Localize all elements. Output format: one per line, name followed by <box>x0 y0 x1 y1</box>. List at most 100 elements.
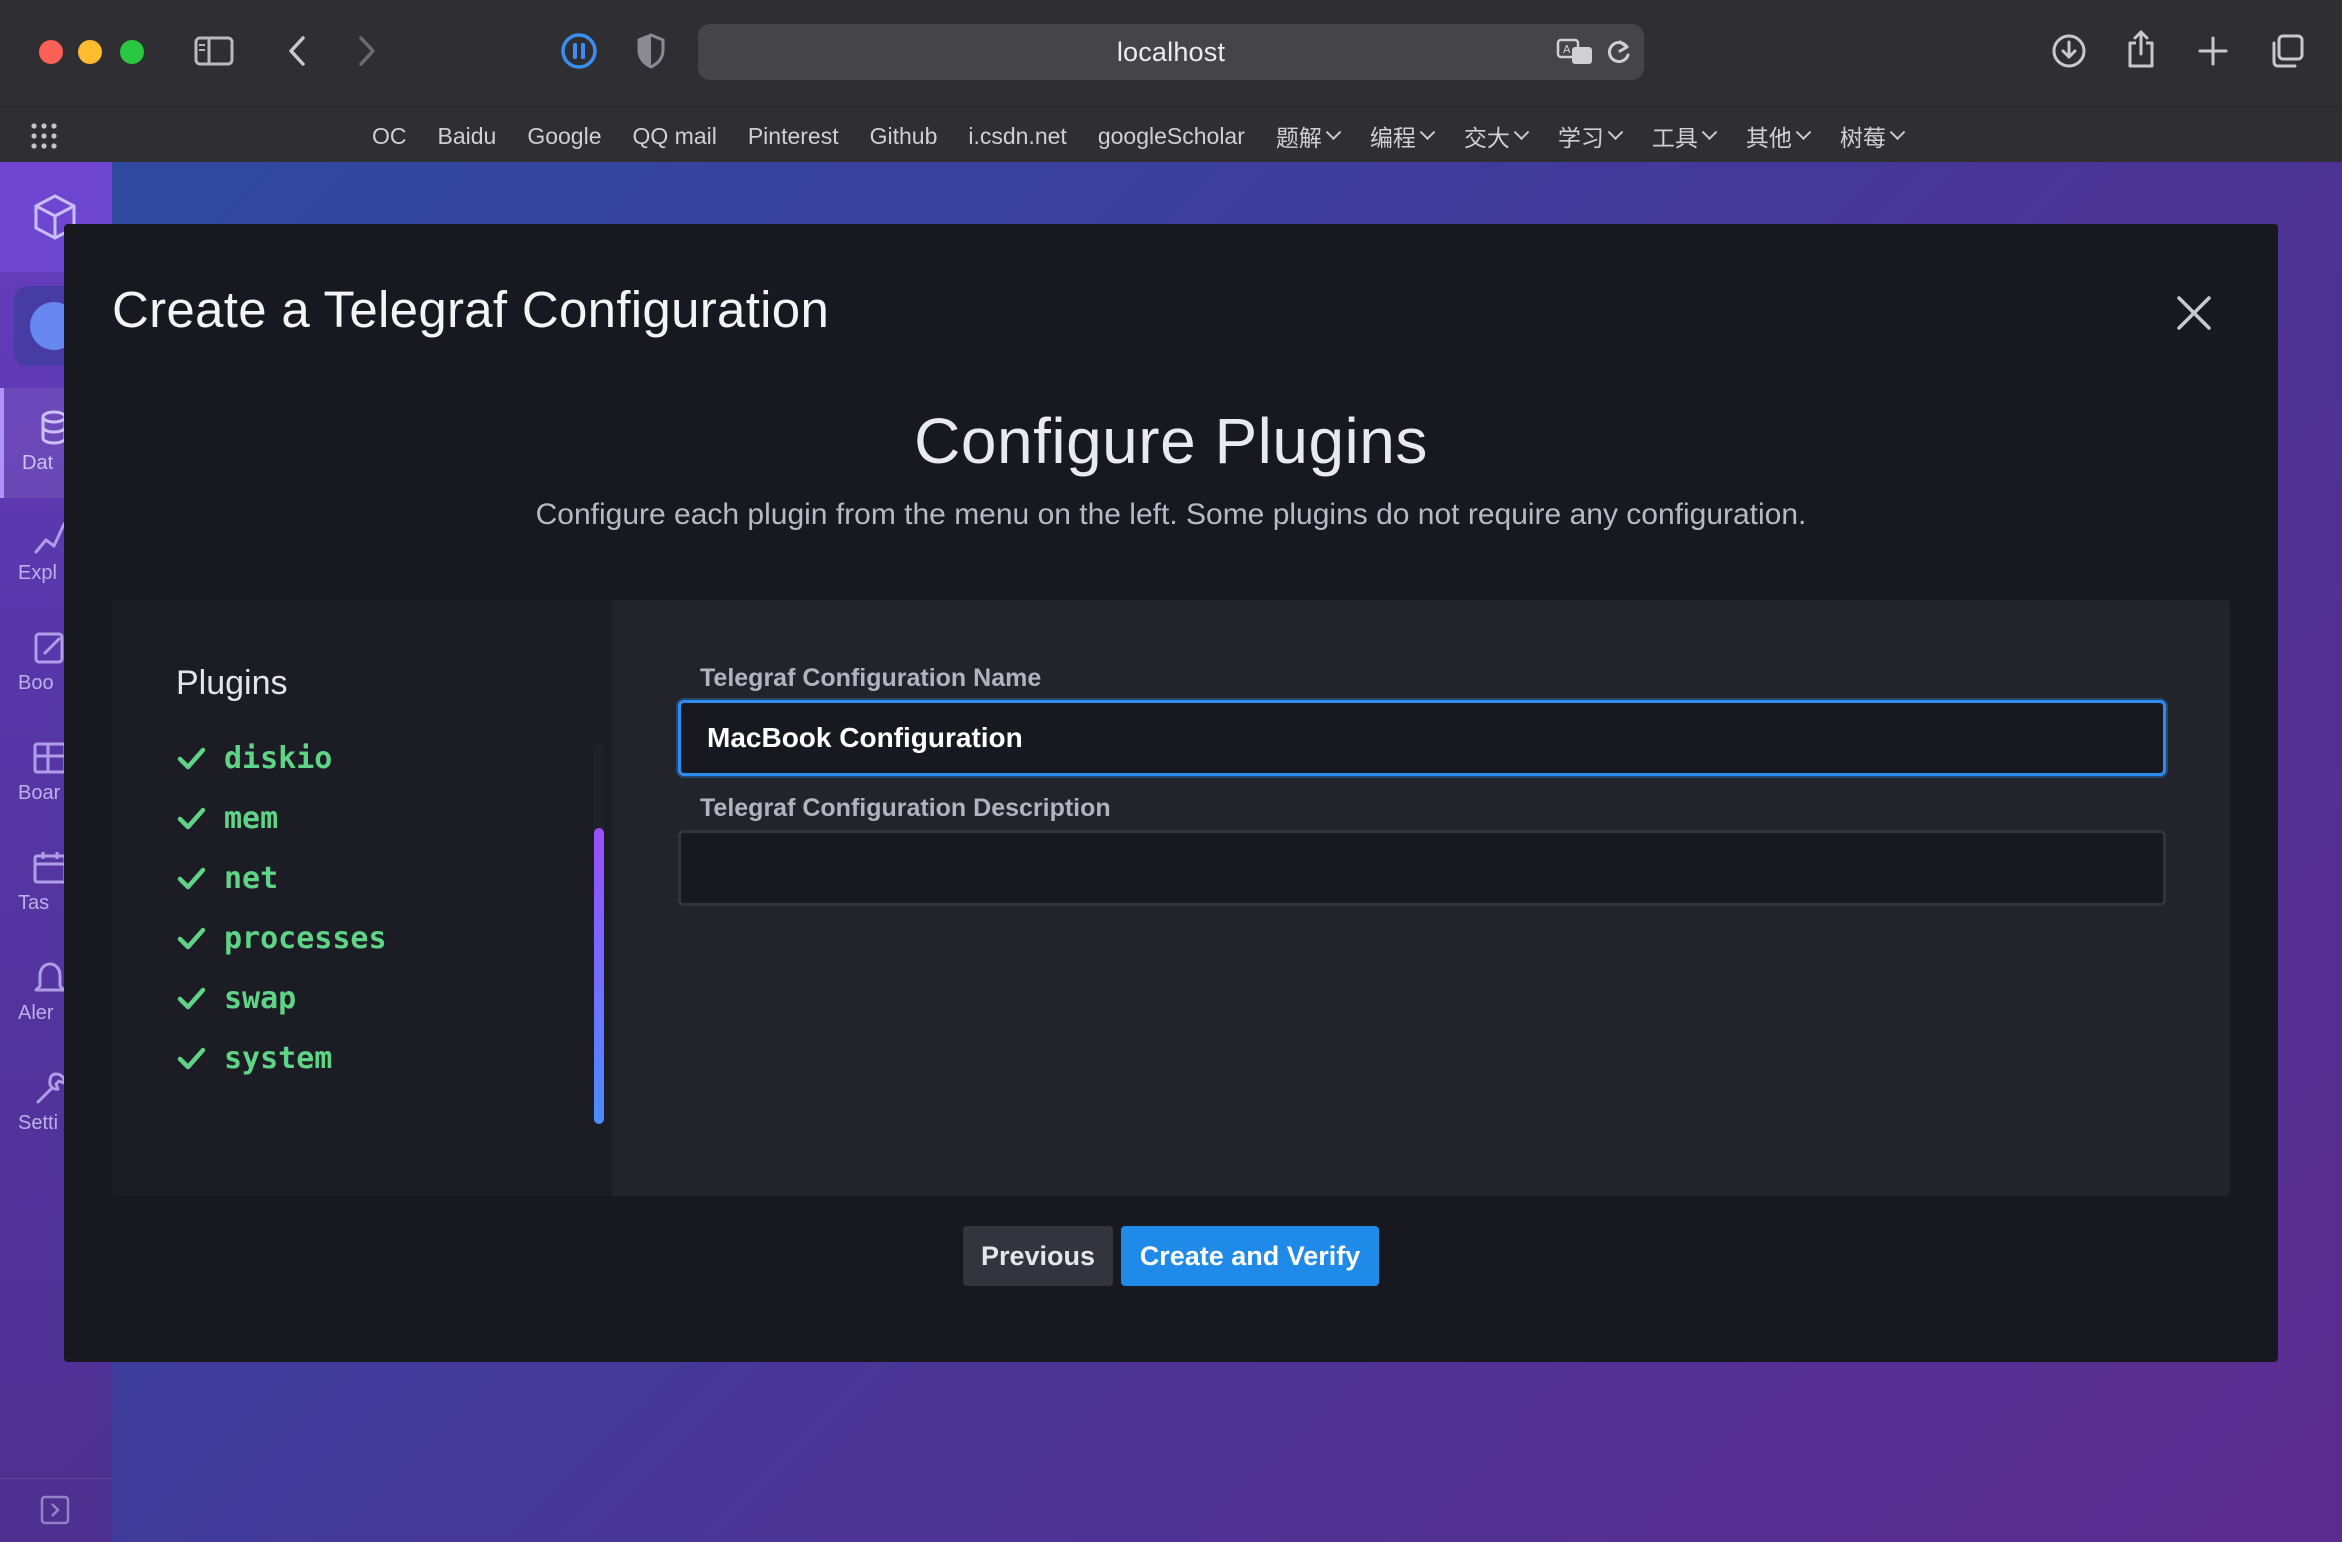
back-icon[interactable] <box>282 34 312 68</box>
bookmark-label: Github <box>869 122 938 149</box>
sidebar-item-label: Tas <box>18 892 50 914</box>
modal-title: Create a Telegraf Configuration <box>112 281 830 338</box>
config-description-input[interactable] <box>678 830 2166 906</box>
collapse-sidebar-icon[interactable] <box>40 1495 70 1525</box>
close-window-button[interactable] <box>39 40 63 64</box>
chevron-down-icon <box>1701 123 1718 140</box>
step-subtitle: Configure each plugin from the menu on t… <box>535 498 1807 531</box>
sidebar-item-label: Boar <box>18 782 61 804</box>
reload-icon[interactable] <box>1606 24 1632 80</box>
config-description-label: Telegraf Configuration Description <box>700 794 1111 822</box>
bookmark-label: OC <box>372 122 407 149</box>
bookmark-oc[interactable]: OC <box>372 123 407 150</box>
downloads-icon[interactable] <box>2050 32 2088 70</box>
plugin-name: swap <box>224 980 297 1016</box>
bookmark-label: Baidu <box>437 122 497 149</box>
chevron-down-icon <box>1795 123 1812 140</box>
bookmark-baidu[interactable]: Baidu <box>438 123 497 150</box>
chevron-down-icon <box>1513 123 1530 140</box>
sidebar-collapse-area <box>0 1478 112 1542</box>
plugin-name: net <box>224 860 279 896</box>
check-icon <box>177 867 206 890</box>
plugin-item-net[interactable]: net <box>176 848 387 908</box>
plugin-config-panel: Plugins diskio mem net processes swap sy… <box>112 600 2230 1196</box>
sidebar-item-label: Dat <box>22 452 54 474</box>
chevron-down-icon <box>1889 123 1906 140</box>
check-icon <box>177 927 206 950</box>
bookmark-label: googleScholar <box>1097 122 1245 149</box>
sidebar-item-label: Aler <box>18 1002 54 1024</box>
check-icon <box>177 747 206 770</box>
telegraf-config-modal: Create a Telegraf Configuration Configur… <box>64 224 2278 1362</box>
bookmarks-bar: OC Baidu Google QQ mail Pinterest Github… <box>0 108 2342 164</box>
bookmark-folder-jiaoda[interactable]: 交大 <box>1463 119 1530 153</box>
config-name-label: Telegraf Configuration Name <box>700 664 1042 692</box>
sidebar-item-label: Expl <box>18 562 57 584</box>
bookmark-pinterest[interactable]: Pinterest <box>748 123 839 150</box>
pause-icon[interactable] <box>560 32 598 70</box>
bookmark-label: 交大 <box>1463 125 1510 151</box>
shield-icon[interactable] <box>636 32 666 70</box>
translate-icon[interactable]: A <box>1556 24 1594 80</box>
forward-icon[interactable] <box>352 34 382 68</box>
share-icon[interactable] <box>2124 28 2158 70</box>
sidebar-item-label: Setti <box>18 1112 59 1134</box>
plugin-item-swap[interactable]: swap <box>176 968 387 1028</box>
plugin-name: diskio <box>224 740 333 776</box>
sidebar-toggle-icon[interactable] <box>194 34 234 68</box>
bookmark-folder-xuexi[interactable]: 学习 <box>1557 119 1624 153</box>
bookmark-label: Google <box>527 122 602 149</box>
bookmark-google-scholar[interactable]: googleScholar <box>1098 123 1245 150</box>
chevron-down-icon <box>1607 123 1624 140</box>
plugin-item-processes[interactable]: processes <box>176 908 387 968</box>
bookmark-label: 树莓 <box>1839 125 1886 151</box>
plugin-name: processes <box>224 920 387 956</box>
bookmark-label: 工具 <box>1651 125 1698 151</box>
minimize-window-button[interactable] <box>78 40 102 64</box>
config-form: Telegraf Configuration Name Telegraf Con… <box>612 600 2230 1196</box>
config-name-input[interactable] <box>678 700 2166 776</box>
address-bar[interactable]: localhost A <box>698 24 1644 80</box>
plugin-item-system[interactable]: system <box>176 1028 387 1088</box>
bookmark-folder-qita[interactable]: 其他 <box>1745 119 1812 153</box>
close-icon <box>2177 296 2211 330</box>
bookmark-list: OC Baidu Google QQ mail Pinterest Github… <box>372 116 1934 156</box>
plugins-heading: Plugins <box>176 664 288 702</box>
bookmark-label: 题解 <box>1275 125 1322 151</box>
zoom-window-button[interactable] <box>120 40 144 64</box>
bookmark-label: 学习 <box>1557 125 1604 151</box>
plugin-list: diskio mem net processes swap system <box>176 728 387 1088</box>
bookmark-folder-shumei[interactable]: 树莓 <box>1839 119 1906 153</box>
close-modal-button[interactable] <box>2171 290 2217 336</box>
apps-grid-icon[interactable] <box>30 122 58 155</box>
bookmark-folder-biancheng[interactable]: 编程 <box>1369 119 1436 153</box>
new-tab-icon[interactable] <box>2196 34 2230 68</box>
bookmark-label: i.csdn.net <box>968 122 1067 149</box>
chevron-down-icon <box>1325 123 1342 140</box>
plugin-name: mem <box>224 800 279 836</box>
sidebar-item-label: Boo <box>18 672 54 694</box>
bookmark-folder-gongju[interactable]: 工具 <box>1651 119 1718 153</box>
previous-button[interactable]: Previous <box>963 1226 1113 1286</box>
bookmark-label: 编程 <box>1369 125 1416 151</box>
browser-toolbar: localhost A <box>0 0 2342 104</box>
tab-overview-icon[interactable] <box>2268 32 2306 70</box>
step-title: Configure Plugins <box>914 405 1428 477</box>
bookmark-google[interactable]: Google <box>527 123 601 150</box>
check-icon <box>177 1047 206 1070</box>
check-icon <box>177 807 206 830</box>
plugin-name: system <box>224 1040 333 1076</box>
plugin-list-scroll-thumb[interactable] <box>594 828 604 1124</box>
bookmark-github[interactable]: Github <box>870 123 938 150</box>
plugin-item-diskio[interactable]: diskio <box>176 728 387 788</box>
check-icon <box>177 987 206 1010</box>
bookmark-label: 其他 <box>1745 125 1792 151</box>
plugins-sidebar: Plugins diskio mem net processes swap sy… <box>112 600 612 1196</box>
bookmark-label: Pinterest <box>747 122 839 149</box>
plugin-item-mem[interactable]: mem <box>176 788 387 848</box>
create-and-verify-button[interactable]: Create and Verify <box>1121 1226 1379 1286</box>
bookmark-qq-mail[interactable]: QQ mail <box>633 123 717 150</box>
bookmark-label: QQ mail <box>632 122 717 149</box>
bookmark-csdn[interactable]: i.csdn.net <box>968 123 1066 150</box>
bookmark-folder-tijie[interactable]: 题解 <box>1275 119 1342 153</box>
